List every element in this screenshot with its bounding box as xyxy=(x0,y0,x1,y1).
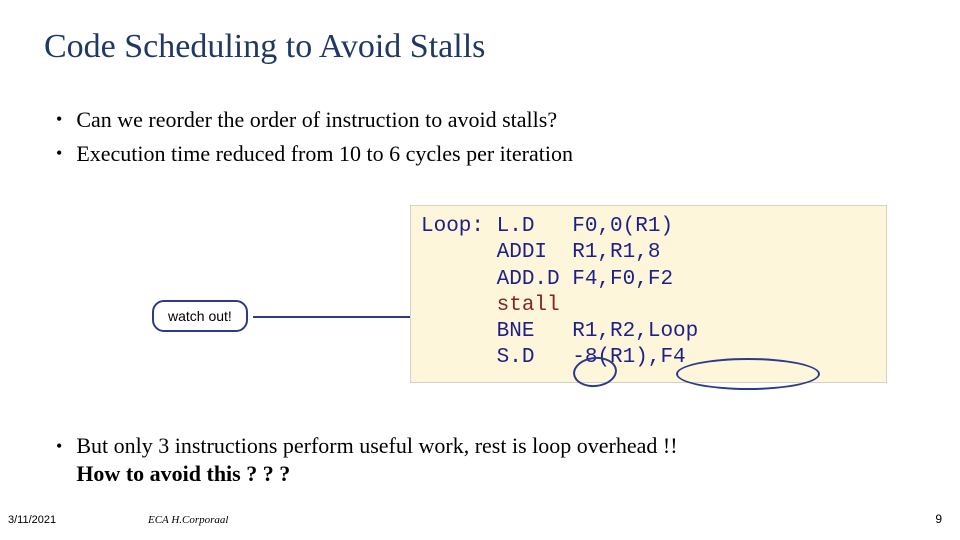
annotation-circle-large xyxy=(676,358,820,390)
code-line-3: ADD.D F4,F0,F2 xyxy=(421,268,673,291)
footer-page-number: 9 xyxy=(935,512,942,526)
bullet-dot: • xyxy=(56,432,62,460)
code-line-6: S.D -8(R1),F4 xyxy=(421,346,686,369)
bullet-dot: • xyxy=(56,105,62,133)
bottom-bullets: • But only 3 instructions perform useful… xyxy=(56,432,678,487)
bullet-3-text: But only 3 instructions perform useful w… xyxy=(76,433,677,458)
code-line-2: ADDI R1,R1,8 xyxy=(421,241,660,264)
top-bullets: • Can we reorder the order of instructio… xyxy=(56,105,573,172)
footer-date: 3/11/2021 xyxy=(8,514,56,526)
code-block: Loop: L.D F0,0(R1) ADDI R1,R1,8 ADD.D F4… xyxy=(410,205,887,383)
annotation-connector-line xyxy=(253,316,410,318)
code-line-1: Loop: L.D F0,0(R1) xyxy=(421,215,673,238)
bullet-1-text: Can we reorder the order of instruction … xyxy=(76,105,557,135)
bullet-2-text: Execution time reduced from 10 to 6 cycl… xyxy=(76,139,573,169)
footer-author: ECA H.Corporaal xyxy=(148,514,228,526)
code-line-stall: stall xyxy=(421,294,560,317)
slide-title: Code Scheduling to Avoid Stalls xyxy=(44,28,485,66)
bullet-3-bold: How to avoid this ? ? ? xyxy=(76,461,290,486)
bullet-dot: • xyxy=(56,139,62,167)
code-line-5: BNE R1,R2,Loop xyxy=(421,320,698,343)
watch-out-callout: watch out! xyxy=(152,300,248,332)
